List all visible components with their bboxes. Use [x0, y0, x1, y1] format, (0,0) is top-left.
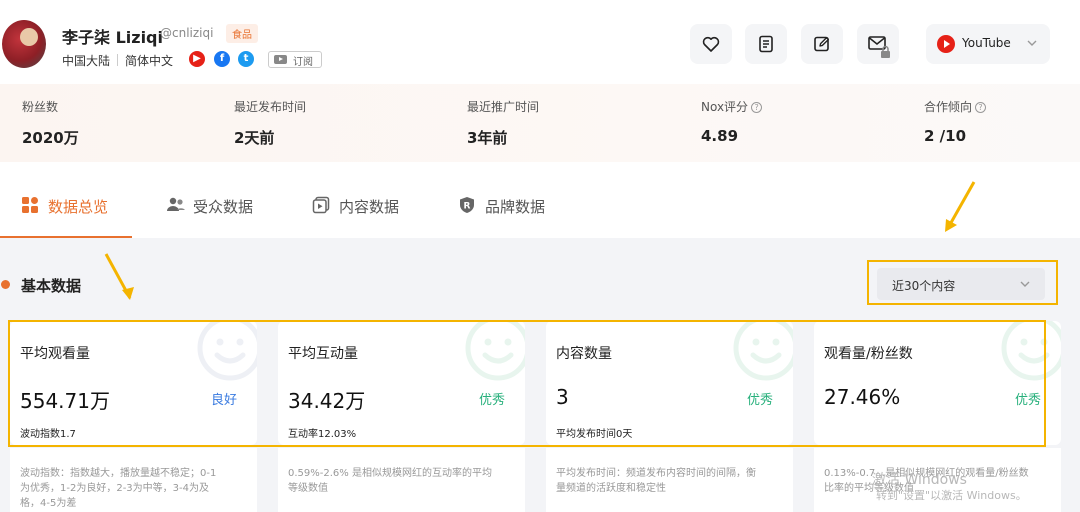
stat-last-promotion: 最近推广时间 3年前 — [467, 98, 539, 148]
description-text: 平均发布时间：频道发布内容时间的间隔，衡量频道的活跃度和稳定性 — [556, 468, 756, 494]
stat-value: 2 /10 — [924, 127, 967, 145]
edit-icon — [814, 36, 829, 52]
stat-followers: 粉丝数 2020万 — [22, 98, 79, 148]
tab-label: 受众数据 — [193, 198, 254, 216]
section-dot — [1, 280, 10, 289]
watermark-line2: 转到"设置"以激活 Windows。 — [876, 489, 1027, 502]
region-label: 中国大陆 — [62, 54, 111, 68]
report-button[interactable] — [745, 24, 787, 64]
metric-description: 波动指数：指数越大，播放量越不稳定；0-1为优秀，1-2为良好，2-3为中等，3… — [10, 448, 257, 512]
annotation-arrow-icon — [104, 253, 134, 300]
stat-last-publish: 最近发布时间 2天前 — [234, 98, 306, 148]
help-icon[interactable]: ? — [751, 102, 763, 113]
stat-value: 3年前 — [467, 129, 508, 147]
tab-bar: 数据总览 受众数据 内容数据 R 品牌数据 — [0, 162, 1080, 238]
tab-label: 数据总览 — [48, 198, 109, 216]
tab-label: 品牌数据 — [485, 198, 546, 216]
youtube-icon[interactable]: ▶ — [189, 51, 205, 67]
watermark-line1: 激活 Windows — [872, 472, 967, 488]
metric-description: 平均发布时间：频道发布内容时间的间隔，衡量频道的活跃度和稳定性 — [546, 448, 793, 512]
metric-description: 0.59%-2.6% 是相似规模网红的互动率的平均等级数值 — [278, 448, 525, 512]
favorite-button[interactable] — [690, 24, 732, 64]
platform-label: YouTube — [962, 36, 1011, 50]
document-icon — [759, 35, 773, 53]
stat-label: 粉丝数 — [22, 100, 59, 114]
video-icon — [312, 196, 330, 214]
annotation-highlight-box — [867, 260, 1058, 305]
subscribe-label: 订阅 — [293, 57, 313, 68]
stat-value: 4.89 — [701, 127, 739, 145]
contact-button[interactable] — [857, 24, 899, 64]
description-text: 波动指数：指数越大，播放量越不稳定；0-1为优秀，1-2为良好，2-3为中等，3… — [20, 468, 217, 509]
subscribe-button[interactable]: 订阅 — [268, 51, 322, 68]
category-tag: 食品 — [226, 24, 258, 43]
svg-text:R: R — [464, 202, 471, 212]
stat-label: 最近推广时间 — [467, 100, 540, 114]
stats-band: 粉丝数 2020万 最近发布时间 2天前 最近推广时间 3年前 Nox评分? 4… — [0, 84, 1080, 162]
youtube-logo-icon — [937, 35, 955, 53]
divider — [117, 54, 118, 66]
note-button[interactable] — [801, 24, 843, 64]
active-tab-indicator — [0, 236, 132, 238]
stat-value: 2天前 — [234, 129, 275, 147]
stat-cooperation: 合作倾向? 2 /10 — [924, 98, 987, 145]
avatar[interactable] — [2, 20, 46, 68]
channel-handle: @cnliziqi — [160, 26, 214, 40]
channel-name: 李子柒 Liziqi — [62, 28, 163, 47]
stat-nox-score: Nox评分? 4.89 — [701, 98, 763, 145]
chevron-down-icon — [1027, 40, 1037, 46]
play-icon — [274, 55, 287, 64]
facebook-icon[interactable]: f — [214, 51, 230, 67]
stat-label: Nox评分 — [701, 100, 749, 114]
stat-label: 最近发布时间 — [234, 100, 307, 114]
annotation-highlight-box — [8, 320, 1046, 447]
grid-icon — [22, 197, 38, 213]
language-label: 简体中文 — [125, 54, 174, 68]
heart-icon — [702, 36, 720, 52]
brand-shield-icon: R — [460, 197, 474, 213]
stat-value: 2020万 — [22, 129, 79, 147]
tab-label: 内容数据 — [339, 198, 400, 216]
profile-header: 李子柒 Liziqi @cnliziqi 食品 中国大陆 简体中文 ▶ f t … — [0, 0, 1080, 84]
windows-activation-watermark: 激活 Windows 转到"设置"以激活 Windows。 — [872, 472, 1027, 504]
platform-select[interactable]: YouTube — [926, 24, 1050, 64]
mail-lock-icon — [868, 36, 890, 58]
twitter-icon[interactable]: t — [238, 51, 254, 67]
annotation-arrow-icon — [945, 181, 976, 232]
users-icon — [167, 197, 185, 211]
description-text: 0.59%-2.6% 是相似规模网红的互动率的平均等级数值 — [288, 468, 492, 494]
section-title: 基本数据 — [21, 277, 82, 295]
stat-label: 合作倾向 — [924, 100, 973, 114]
help-icon[interactable]: ? — [975, 102, 987, 113]
